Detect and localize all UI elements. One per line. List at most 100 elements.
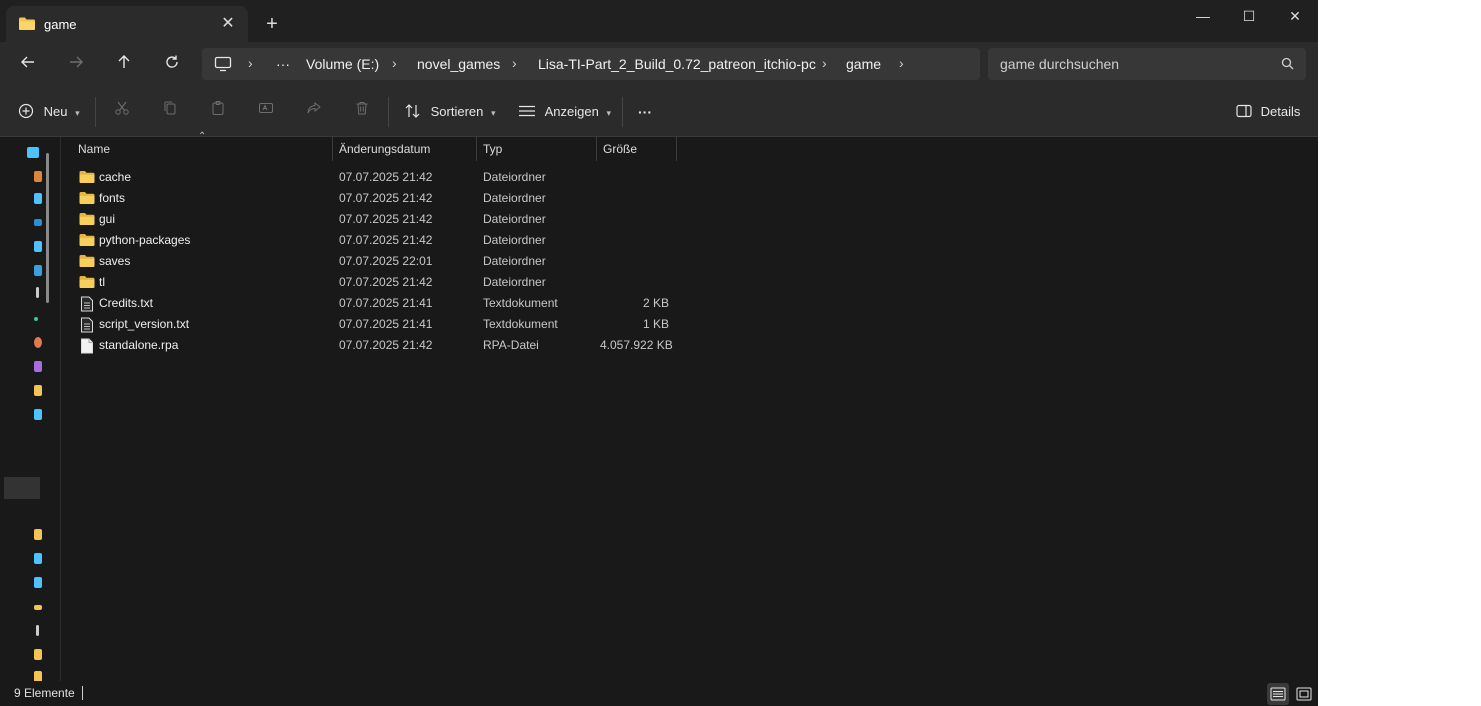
nav-item-icon[interactable] — [34, 529, 42, 540]
arrow-right-icon — [70, 56, 83, 68]
command-bar: Neu ▾ Sortieren ▾ Anzeigen ▾ ··· Details — [0, 88, 1318, 137]
new-tab-button[interactable]: + — [260, 12, 284, 36]
plus-circle-icon — [18, 103, 34, 119]
nav-item-icon[interactable] — [27, 147, 39, 158]
file-type: Dateiordner — [483, 191, 546, 205]
delete-button[interactable] — [354, 100, 370, 124]
tab-title: game — [44, 17, 77, 32]
nav-item-icon[interactable] — [34, 361, 42, 372]
share-button[interactable] — [306, 100, 322, 124]
table-row[interactable]: tl 07.07.2025 21:42 Dateiordner — [70, 272, 690, 293]
file-type: Dateiordner — [483, 275, 546, 289]
file-size: 2 KB — [642, 296, 669, 310]
breadcrumb-item-novel-games[interactable]: novel_games — [417, 56, 500, 72]
details-button[interactable]: Details — [1236, 100, 1300, 124]
nav-item-icon[interactable] — [34, 385, 42, 396]
breadcrumb-item-volume[interactable]: Volume (E:) — [306, 56, 379, 72]
breadcrumb-chevron-icon[interactable]: › — [899, 55, 904, 71]
nav-item-icon[interactable] — [34, 241, 42, 252]
search-input[interactable]: game durchsuchen — [988, 48, 1306, 80]
tab-close-icon[interactable]: ✕ — [216, 12, 240, 36]
maximize-button[interactable]: ☐ — [1226, 0, 1272, 32]
breadcrumb-chevron-icon[interactable]: › — [392, 55, 397, 71]
table-row[interactable]: gui 07.07.2025 21:42 Dateiordner — [70, 209, 690, 230]
table-row[interactable]: script_version.txt 07.07.2025 21:41 Text… — [70, 314, 690, 335]
computer-icon[interactable] — [214, 56, 232, 75]
cut-button[interactable] — [114, 100, 130, 124]
nav-item-icon[interactable] — [34, 265, 42, 276]
breadcrumb-chevron-icon[interactable]: › — [248, 55, 253, 71]
nav-item-icon[interactable] — [34, 649, 42, 660]
nav-item-icon[interactable] — [34, 219, 42, 226]
column-header-name[interactable]: Name — [78, 137, 110, 161]
file-type: Dateiordner — [483, 254, 546, 268]
nav-item-icon[interactable] — [34, 337, 42, 348]
nav-item-icon[interactable] — [34, 193, 42, 204]
chevron-down-icon: ▾ — [606, 108, 611, 118]
details-pane-icon — [1236, 104, 1252, 118]
details-view-button[interactable] — [1267, 683, 1289, 705]
navigation-selected-item[interactable] — [4, 477, 40, 499]
column-divider[interactable] — [676, 137, 677, 161]
new-button[interactable]: Neu ▾ — [18, 100, 80, 124]
address-bar[interactable]: › ··· Volume (E:) › novel_games › Lisa-T… — [202, 48, 980, 80]
trash-icon — [356, 102, 368, 115]
table-row[interactable]: python-packages 07.07.2025 21:42 Dateior… — [70, 230, 690, 251]
rename-button[interactable] — [258, 100, 274, 124]
tiles-view-button[interactable] — [1293, 683, 1318, 705]
column-divider[interactable] — [596, 137, 597, 161]
table-row[interactable]: standalone.rpa 07.07.2025 21:42 RPA-Date… — [70, 335, 690, 356]
file-name: Credits.txt — [99, 296, 154, 310]
up-button[interactable] — [108, 50, 140, 78]
refresh-icon — [166, 55, 178, 68]
close-window-button[interactable]: ✕ — [1272, 0, 1318, 32]
refresh-button[interactable] — [156, 50, 188, 78]
search-icon[interactable] — [1281, 57, 1294, 73]
divider — [82, 686, 83, 700]
copy-button[interactable] — [162, 100, 178, 124]
details-label: Details — [1260, 104, 1301, 119]
nav-item-icon[interactable] — [34, 605, 42, 610]
forward-button[interactable] — [60, 50, 92, 78]
nav-item-icon[interactable] — [34, 409, 42, 420]
table-row[interactable]: cache 07.07.2025 21:42 Dateiordner — [70, 167, 690, 188]
tab-game[interactable]: game ✕ — [6, 6, 248, 42]
column-header-date[interactable]: Änderungsdatum — [339, 137, 430, 161]
column-header-size[interactable]: Größe — [603, 137, 637, 161]
breadcrumb-overflow[interactable]: ··· — [276, 56, 290, 72]
copy-icon — [164, 101, 176, 115]
sort-ascending-icon: ⌃ — [198, 131, 207, 142]
nav-item-icon[interactable] — [34, 553, 42, 564]
nav-item-icon[interactable] — [34, 317, 38, 321]
table-row[interactable]: saves 07.07.2025 22:01 Dateiordner — [70, 251, 690, 272]
view-button[interactable]: Anzeigen ▾ — [518, 100, 611, 124]
column-divider[interactable] — [332, 137, 333, 161]
paste-button[interactable] — [210, 100, 226, 124]
navigation-scrollbar[interactable] — [46, 153, 49, 303]
file-name: fonts — [99, 191, 126, 205]
folder-icon — [18, 16, 36, 34]
column-divider[interactable] — [476, 137, 477, 161]
file-name: gui — [99, 212, 116, 226]
file-explorer-window: game ✕ + — ☐ ✕ › ··· Volume (E:) › novel… — [0, 0, 1318, 706]
breadcrumb-item-game[interactable]: game — [846, 56, 881, 72]
file-type: Dateiordner — [483, 212, 546, 226]
file-date: 07.07.2025 21:42 — [339, 170, 433, 184]
back-button[interactable] — [12, 50, 44, 78]
tiles-view-icon — [1296, 687, 1312, 701]
sort-button[interactable]: Sortieren ▾ — [404, 100, 496, 124]
nav-item-icon[interactable] — [36, 625, 39, 636]
table-row[interactable]: fonts 07.07.2025 21:42 Dateiordner — [70, 188, 690, 209]
details-view-icon — [1270, 687, 1286, 701]
nav-item-icon[interactable] — [36, 287, 39, 298]
minimize-button[interactable]: — — [1180, 0, 1226, 32]
nav-item-icon[interactable] — [34, 577, 42, 588]
breadcrumb-item-build-folder[interactable]: Lisa-TI-Part_2_Build_0.72_patreon_itchio… — [538, 56, 816, 72]
breadcrumb-chevron-icon[interactable]: › — [822, 55, 827, 71]
more-options-button[interactable]: ··· — [638, 100, 652, 124]
table-row[interactable]: Credits.txt 07.07.2025 21:41 Textdokumen… — [70, 293, 690, 314]
column-header-type[interactable]: Typ — [483, 137, 502, 161]
nav-item-icon[interactable] — [34, 171, 42, 182]
file-date: 07.07.2025 22:01 — [339, 254, 433, 268]
breadcrumb-chevron-icon[interactable]: › — [512, 55, 517, 71]
